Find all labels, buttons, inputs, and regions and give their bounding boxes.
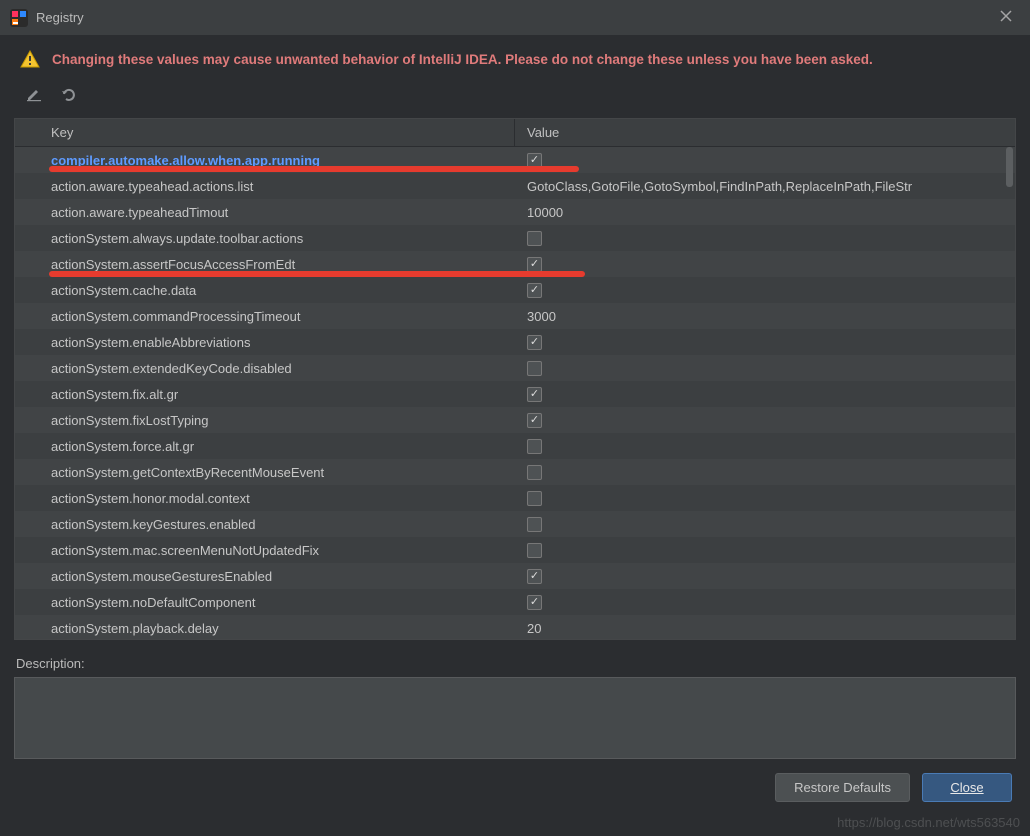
close-button[interactable]: Close: [922, 773, 1012, 802]
registry-value[interactable]: 3000: [515, 309, 1015, 324]
registry-key: actionSystem.always.update.toolbar.actio…: [15, 231, 515, 246]
table-row[interactable]: actionSystem.enableAbbreviations: [15, 329, 1015, 355]
registry-value[interactable]: [515, 543, 1015, 558]
registry-key: action.aware.typeahead.actions.list: [15, 179, 515, 194]
restore-defaults-button[interactable]: Restore Defaults: [775, 773, 910, 802]
table-row[interactable]: action.aware.typeaheadTimout10000: [15, 199, 1015, 225]
registry-value[interactable]: [515, 465, 1015, 480]
table-row[interactable]: action.aware.typeahead.actions.listGotoC…: [15, 173, 1015, 199]
column-header-key[interactable]: Key: [15, 119, 515, 146]
window-title: Registry: [36, 10, 84, 25]
registry-key: actionSystem.cache.data: [15, 283, 515, 298]
registry-value[interactable]: [515, 595, 1015, 610]
checkbox[interactable]: [527, 439, 542, 454]
registry-value[interactable]: [515, 491, 1015, 506]
registry-key: actionSystem.fixLostTyping: [15, 413, 515, 428]
column-header-value[interactable]: Value: [515, 119, 1015, 146]
registry-value[interactable]: [515, 413, 1015, 428]
table-row[interactable]: compiler.automake.allow.when.app.running: [15, 147, 1015, 173]
registry-value[interactable]: [515, 335, 1015, 350]
registry-table: Key Value compiler.automake.allow.when.a…: [14, 118, 1016, 640]
registry-value[interactable]: [515, 153, 1015, 168]
registry-value[interactable]: [515, 387, 1015, 402]
checkbox[interactable]: [527, 517, 542, 532]
registry-key: compiler.automake.allow.when.app.running: [15, 153, 515, 168]
warning-bar: Changing these values may cause unwanted…: [0, 36, 1030, 80]
table-row[interactable]: actionSystem.assertFocusAccessFromEdt: [15, 251, 1015, 277]
registry-key: actionSystem.keyGestures.enabled: [15, 517, 515, 532]
table-row[interactable]: actionSystem.honor.modal.context: [15, 485, 1015, 511]
warning-icon: [20, 50, 40, 68]
registry-key: actionSystem.mouseGesturesEnabled: [15, 569, 515, 584]
table-row[interactable]: actionSystem.cache.data: [15, 277, 1015, 303]
registry-value[interactable]: [515, 439, 1015, 454]
registry-value[interactable]: [515, 231, 1015, 246]
checkbox[interactable]: [527, 257, 542, 272]
description-textarea[interactable]: [14, 677, 1016, 759]
registry-key: actionSystem.fix.alt.gr: [15, 387, 515, 402]
table-row[interactable]: actionSystem.fix.alt.gr: [15, 381, 1015, 407]
checkbox[interactable]: [527, 153, 542, 168]
registry-value[interactable]: [515, 283, 1015, 298]
toolbar: [0, 80, 1030, 114]
dialog-buttons: Restore Defaults Close: [0, 759, 1030, 816]
registry-key: actionSystem.enableAbbreviations: [15, 335, 515, 350]
table-body[interactable]: compiler.automake.allow.when.app.running…: [15, 147, 1015, 639]
table-row[interactable]: actionSystem.fixLostTyping: [15, 407, 1015, 433]
titlebar: Registry: [0, 0, 1030, 36]
registry-value[interactable]: [515, 517, 1015, 532]
registry-key: actionSystem.honor.modal.context: [15, 491, 515, 506]
checkbox[interactable]: [527, 465, 542, 480]
scrollbar-thumb[interactable]: [1006, 147, 1013, 187]
registry-value[interactable]: 10000: [515, 205, 1015, 220]
registry-key: actionSystem.noDefaultComponent: [15, 595, 515, 610]
warning-text: Changing these values may cause unwanted…: [52, 52, 873, 67]
checkbox[interactable]: [527, 335, 542, 350]
table-row[interactable]: actionSystem.playback.delay20: [15, 615, 1015, 639]
table-row[interactable]: actionSystem.keyGestures.enabled: [15, 511, 1015, 537]
checkbox[interactable]: [527, 361, 542, 376]
description-label: Description:: [0, 648, 1030, 677]
checkbox[interactable]: [527, 491, 542, 506]
registry-value[interactable]: [515, 257, 1015, 272]
table-row[interactable]: actionSystem.always.update.toolbar.actio…: [15, 225, 1015, 251]
registry-key: actionSystem.getContextByRecentMouseEven…: [15, 465, 515, 480]
checkbox[interactable]: [527, 387, 542, 402]
checkbox[interactable]: [527, 543, 542, 558]
checkbox[interactable]: [527, 413, 542, 428]
checkbox[interactable]: [527, 595, 542, 610]
table-row[interactable]: actionSystem.extendedKeyCode.disabled: [15, 355, 1015, 381]
registry-key: actionSystem.assertFocusAccessFromEdt: [15, 257, 515, 272]
registry-value[interactable]: GotoClass,GotoFile,GotoSymbol,FindInPath…: [515, 179, 1015, 194]
registry-key: actionSystem.commandProcessingTimeout: [15, 309, 515, 324]
registry-value[interactable]: [515, 361, 1015, 376]
undo-icon[interactable]: [58, 84, 78, 104]
registry-key: actionSystem.mac.screenMenuNotUpdatedFix: [15, 543, 515, 558]
table-row[interactable]: actionSystem.mouseGesturesEnabled: [15, 563, 1015, 589]
table-row[interactable]: actionSystem.mac.screenMenuNotUpdatedFix: [15, 537, 1015, 563]
registry-key: action.aware.typeaheadTimout: [15, 205, 515, 220]
checkbox[interactable]: [527, 231, 542, 246]
checkbox[interactable]: [527, 283, 542, 298]
registry-value[interactable]: [515, 569, 1015, 584]
table-row[interactable]: actionSystem.getContextByRecentMouseEven…: [15, 459, 1015, 485]
table-row[interactable]: actionSystem.force.alt.gr: [15, 433, 1015, 459]
edit-icon[interactable]: [24, 84, 44, 104]
intellij-icon: [10, 9, 28, 27]
table-header: Key Value: [15, 119, 1015, 147]
table-row[interactable]: actionSystem.noDefaultComponent: [15, 589, 1015, 615]
table-row[interactable]: actionSystem.commandProcessingTimeout300…: [15, 303, 1015, 329]
registry-key: actionSystem.force.alt.gr: [15, 439, 515, 454]
registry-key: actionSystem.playback.delay: [15, 621, 515, 636]
checkbox[interactable]: [527, 569, 542, 584]
watermark-text: https://blog.csdn.net/wts563540: [837, 815, 1020, 830]
registry-key: actionSystem.extendedKeyCode.disabled: [15, 361, 515, 376]
close-icon[interactable]: [992, 5, 1020, 31]
registry-value[interactable]: 20: [515, 621, 1015, 636]
